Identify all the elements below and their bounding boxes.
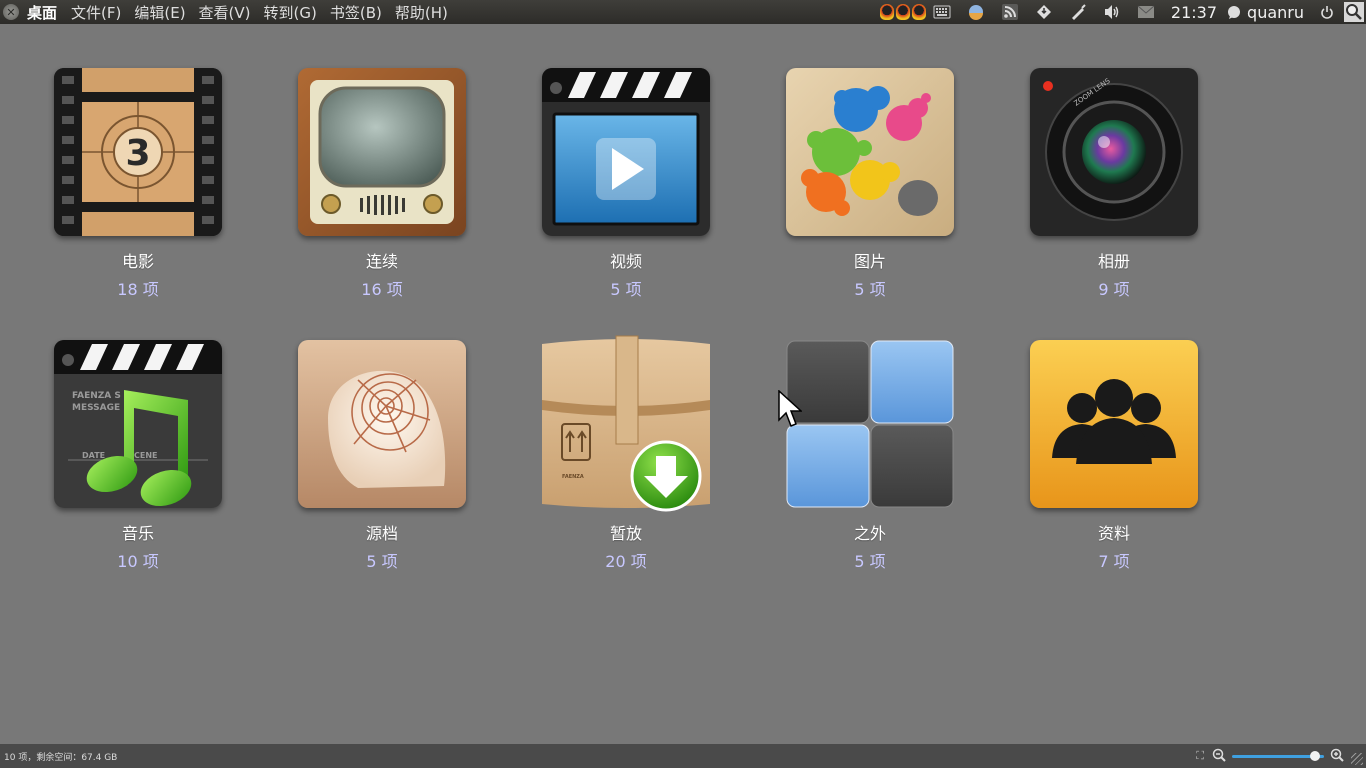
magnifier-icon[interactable] <box>1344 2 1364 22</box>
folder-albums[interactable]: ZOOM LENS 相册 9 项 <box>1014 68 1214 308</box>
menu-file[interactable]: 文件(F) <box>71 2 121 23</box>
menu-bookmarks[interactable]: 书签(B) <box>330 2 382 23</box>
folder-item-count: 7 项 <box>1098 552 1130 571</box>
menu-view[interactable]: 查看(V) <box>199 2 251 23</box>
mouse-cursor-icon <box>778 389 803 434</box>
film-countdown-number: 3 <box>125 133 150 174</box>
folder-name: 音乐 <box>121 524 154 543</box>
music-clapper-icon[interactable]: FAENZA S MESSAGE DATE CENE <box>54 340 222 508</box>
film-reel-icon[interactable]: 3 <box>54 68 222 236</box>
folder-name: 暂放 <box>609 524 642 543</box>
folder-name: 之外 <box>853 524 886 543</box>
weather-icon[interactable] <box>967 3 985 21</box>
clapper-label-2: MESSAGE <box>72 403 120 413</box>
zoom-control: ⛶ <box>1196 747 1344 765</box>
system-tray: 21:37 quanru <box>879 0 1366 24</box>
folder-name: 源档 <box>365 524 398 543</box>
clock[interactable]: 21:37 <box>1171 3 1217 22</box>
folder-item-count: 5 项 <box>854 552 886 571</box>
download-box-icon[interactable]: FAENZA <box>542 335 710 512</box>
chat-status-icon[interactable] <box>1225 3 1243 21</box>
volume-icon[interactable] <box>1103 3 1121 21</box>
clapper-label-1: FAENZA S <box>72 391 121 401</box>
resize-grip[interactable] <box>1351 753 1363 765</box>
clapper-label-4: CENE <box>134 451 158 460</box>
keyboard-icon[interactable] <box>933 3 951 21</box>
folder-item-count: 9 项 <box>1098 280 1130 299</box>
qq-indicators[interactable] <box>879 4 927 20</box>
top-panel: ✕ 桌面 文件(F) 编辑(E) 查看(V) 转到(G) 书签(B) 帮助(H) <box>0 0 1366 24</box>
menu-help[interactable]: 帮助(H) <box>395 2 448 23</box>
mail-icon[interactable] <box>1137 3 1155 21</box>
paint-palette-icon[interactable] <box>786 68 954 236</box>
folder-item-count: 5 项 <box>610 280 642 299</box>
folder-item-count: 16 项 <box>361 280 403 299</box>
pen-icon[interactable] <box>1069 3 1087 21</box>
menu-edit[interactable]: 编辑(E) <box>134 2 185 23</box>
folder-name: 连续 <box>365 252 398 271</box>
zoom-in-icon[interactable] <box>1330 748 1344 765</box>
qq-penguin-icon[interactable] <box>879 4 894 20</box>
folder-documents[interactable]: 资料 7 项 <box>1014 340 1214 580</box>
folder-music[interactable]: FAENZA S MESSAGE DATE CENE 音乐 10 项 <box>38 340 238 580</box>
folder-name: 资料 <box>1097 524 1130 543</box>
folder-pictures[interactable]: 图片 5 项 <box>770 68 970 308</box>
zoom-out-icon[interactable] <box>1212 748 1226 765</box>
folder-item-count: 18 项 <box>117 280 159 299</box>
status-bar: 10 项，剩余空间：67.4 GB ⛶ <box>0 744 1366 768</box>
folder-others[interactable]: 之外 5 项 <box>770 340 970 580</box>
qq-penguin-icon[interactable] <box>911 4 926 20</box>
folder-temp[interactable]: FAENZA 暂放 20 项 <box>526 335 726 580</box>
folder-name: 视频 <box>609 252 642 271</box>
folder-item-count: 5 项 <box>366 552 398 571</box>
nautilus-shell-icon[interactable] <box>298 340 466 508</box>
clapper-label-3: DATE <box>82 451 105 460</box>
tv-icon[interactable] <box>298 68 466 236</box>
folder-name: 图片 <box>853 252 886 271</box>
power-icon[interactable] <box>1318 3 1336 21</box>
folder-name: 相册 <box>1097 252 1130 271</box>
folder-sources[interactable]: 源档 5 项 <box>282 340 482 580</box>
folder-item-count: 20 项 <box>605 552 647 571</box>
rss-icon[interactable] <box>1001 3 1019 21</box>
folder-series[interactable]: 连续 16 项 <box>282 68 482 308</box>
folder-name: 电影 <box>121 252 154 271</box>
menu-go[interactable]: 转到(G) <box>264 2 317 23</box>
video-clapper-icon[interactable] <box>542 68 710 236</box>
zoom-slider[interactable] <box>1232 750 1324 761</box>
folder-videos[interactable]: 视频 5 项 <box>526 68 726 308</box>
user-name[interactable]: quanru <box>1247 3 1304 22</box>
zoom-slider-thumb[interactable] <box>1309 750 1320 761</box>
grid-tiles-icon[interactable] <box>786 340 954 508</box>
folder-item-count: 5 项 <box>854 280 886 299</box>
folder-item-count: 10 项 <box>117 552 159 571</box>
qq-penguin-icon[interactable] <box>895 4 910 20</box>
close-icon[interactable]: ✕ <box>3 4 19 20</box>
box-brand-label: FAENZA <box>562 474 584 480</box>
people-group-icon[interactable] <box>1030 340 1198 508</box>
folder-movies[interactable]: 3 电影 18 项 <box>38 68 238 308</box>
status-text: 10 项，剩余空间：67.4 GB <box>4 752 118 763</box>
network-icon[interactable] <box>1035 3 1053 21</box>
window-title: 桌面 <box>27 3 58 22</box>
fit-icon[interactable]: ⛶ <box>1196 749 1204 763</box>
camera-lens-icon[interactable]: ZOOM LENS <box>1030 68 1198 236</box>
